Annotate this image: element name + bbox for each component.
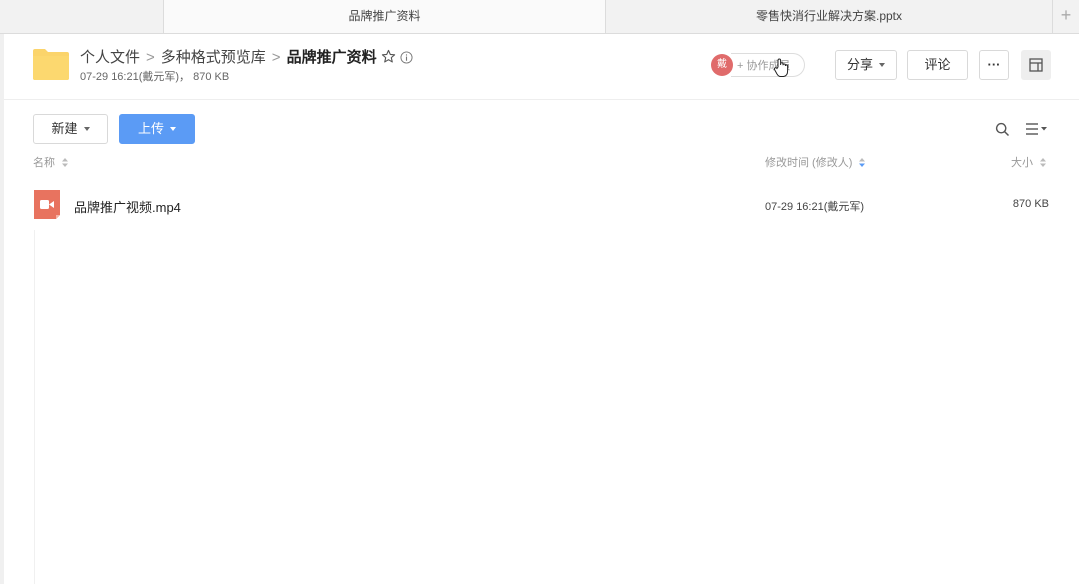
tab-retail-solution[interactable]: 零售快消行业解决方案.pptx (606, 0, 1053, 33)
share-label: 分享 (846, 57, 873, 72)
sort-icon (1040, 158, 1047, 167)
video-file-icon (34, 190, 60, 219)
upload-button[interactable]: 上传 (119, 114, 195, 144)
panel-layout-icon (1029, 58, 1043, 72)
new-button[interactable]: 新建 (33, 114, 108, 144)
avatar[interactable]: 戴 (711, 54, 733, 76)
breadcrumb: 个人文件 > 多种格式预览库 > 品牌推广资料 (80, 46, 413, 67)
star-icon[interactable] (381, 49, 396, 64)
divider-line (34, 230, 35, 584)
file-name[interactable]: 品牌推广视频.mp4 (74, 197, 181, 216)
page-title: 品牌推广资料 (286, 49, 377, 66)
column-name-label: 名称 (33, 157, 55, 169)
comment-button[interactable]: 评论 (907, 50, 968, 80)
tab-bar: 品牌推广资料 零售快消行业解决方案.pptx + (0, 0, 1079, 34)
breadcrumb-item-personal-files[interactable]: 个人文件 (80, 49, 140, 66)
chevron-down-icon (170, 127, 176, 131)
more-button[interactable]: ··· (979, 50, 1009, 80)
column-header-size[interactable]: 大小 (1011, 154, 1047, 170)
breadcrumb-separator: > (146, 49, 155, 66)
window-frame (0, 34, 4, 584)
header-divider (4, 99, 1079, 100)
new-label: 新建 (51, 121, 78, 136)
breadcrumb-item-preview-library[interactable]: 多种格式预览库 (161, 49, 266, 66)
tab-blank (0, 0, 164, 33)
search-icon[interactable] (995, 122, 1010, 137)
chevron-down-icon (83, 127, 90, 131)
folder-icon (33, 49, 69, 80)
add-collaborator-button[interactable]: + 协作成员 (731, 53, 805, 77)
tab-brand-materials[interactable]: 品牌推广资料 (164, 0, 606, 33)
column-header-name[interactable]: 名称 (33, 154, 69, 170)
sort-icon (62, 158, 69, 167)
side-panel-button[interactable] (1021, 50, 1051, 80)
folder-meta: 07-29 16:21(戴元军)， 870 KB (80, 71, 230, 83)
share-button[interactable]: 分享 (835, 50, 897, 80)
chevron-down-icon (879, 63, 885, 67)
breadcrumb-separator: > (271, 49, 281, 66)
column-modified-label: 修改时间 (修改人) (765, 157, 853, 169)
hand-cursor-icon (773, 58, 789, 77)
add-tab-button[interactable]: + (1052, 0, 1079, 33)
column-size-label: 大小 (1011, 157, 1033, 169)
sort-icon (859, 158, 866, 167)
file-modified: 07-29 16:21(戴元军) (765, 201, 865, 213)
info-icon[interactable] (400, 51, 413, 64)
column-header-modified[interactable]: 修改时间 (修改人) (765, 154, 866, 170)
view-menu-icon[interactable] (1025, 122, 1049, 136)
upload-label: 上传 (137, 121, 164, 136)
file-size: 870 KB (1012, 198, 1049, 210)
